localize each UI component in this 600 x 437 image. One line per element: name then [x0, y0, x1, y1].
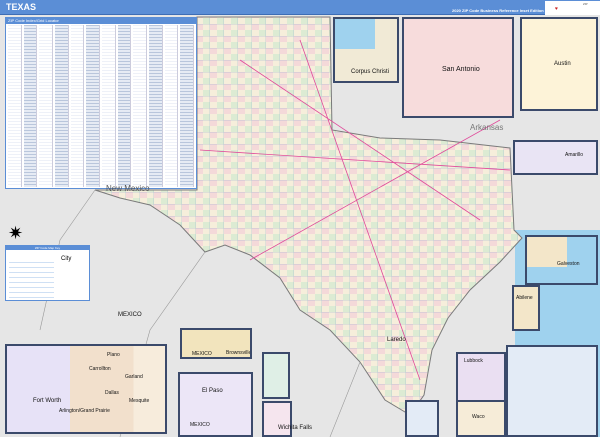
- inset-region-label: MEXICO: [192, 351, 212, 357]
- inset-label: Corpus Christi: [351, 69, 390, 75]
- city-label: Arlington/Grand Prairie: [59, 408, 110, 414]
- inset-label: Galveston: [557, 261, 580, 267]
- city-label: Garland: [125, 374, 143, 380]
- map-title: TEXAS: [6, 2, 37, 12]
- inset-corpus-christi[interactable]: Corpus Christi: [333, 17, 399, 83]
- inset-el-paso[interactable]: El Paso MEXICO: [178, 372, 253, 437]
- inset-label: Amarillo: [565, 152, 584, 158]
- inset-dallas-fort-worth[interactable]: Plano Carrollton Garland Fort Worth Dall…: [5, 344, 167, 434]
- index-columns: [6, 24, 196, 188]
- inset-label: Waco: [472, 414, 485, 420]
- compass-rose-icon: ✷: [8, 223, 24, 243]
- inset-waco[interactable]: Waco: [456, 400, 506, 437]
- inset-label: San Antonio: [442, 66, 480, 73]
- inset-label: Austin: [554, 61, 571, 67]
- inset-lubbock[interactable]: Lubbock: [456, 352, 506, 402]
- inset-galveston[interactable]: Galveston: [525, 235, 598, 285]
- inset-region-label: MEXICO: [190, 422, 210, 428]
- city-label: Fort Worth: [33, 398, 62, 404]
- inset-label: Brownsville: [226, 350, 252, 356]
- inset-label: Wichita Falls: [278, 425, 313, 431]
- inset-amarillo[interactable]: Amarillo: [513, 140, 598, 175]
- inset-label: Lubbock: [464, 358, 483, 364]
- inset-houston-area[interactable]: [506, 345, 598, 437]
- label-new-mexico: New Mexico: [106, 184, 150, 193]
- map-legend: ZIP Code Map Key City: [5, 245, 90, 301]
- label-mexico: MEXICO: [118, 312, 142, 318]
- label-laredo: Laredo: [387, 337, 406, 343]
- inset-abilene[interactable]: Abilene: [512, 285, 540, 331]
- inset-small-city[interactable]: [262, 352, 290, 399]
- inset-austin[interactable]: Austin: [520, 17, 598, 111]
- legend-title: ZIP Code Map Key: [6, 246, 89, 250]
- zip-index-panel[interactable]: ZIP Code Index/Grid Locator: [5, 17, 197, 189]
- inset-san-antonio[interactable]: San Antonio: [402, 17, 514, 118]
- market-maps-logo: ♥ ZIP: [545, 1, 600, 15]
- city-label: Plano: [107, 352, 120, 358]
- legend-city-sample: City: [61, 256, 72, 262]
- city-label: Mesquite: [129, 398, 150, 404]
- inset-wichita-falls[interactable]: Wichita Falls: [262, 401, 312, 437]
- label-arkansas: Arkansas: [470, 123, 504, 132]
- city-label: Carrollton: [89, 366, 111, 372]
- inset-brownsville[interactable]: MEXICO Brownsville: [180, 328, 252, 359]
- inset-label: Abilene: [516, 295, 533, 301]
- inset-bottom-center[interactable]: [405, 400, 439, 437]
- city-label: Dallas: [105, 390, 119, 396]
- map-subtitle: 2020 ZIP Code Business Reference Inset E…: [452, 8, 544, 13]
- header-bar: TEXAS 2020 ZIP Code Business Reference I…: [0, 0, 600, 15]
- inset-label: El Paso: [202, 388, 223, 394]
